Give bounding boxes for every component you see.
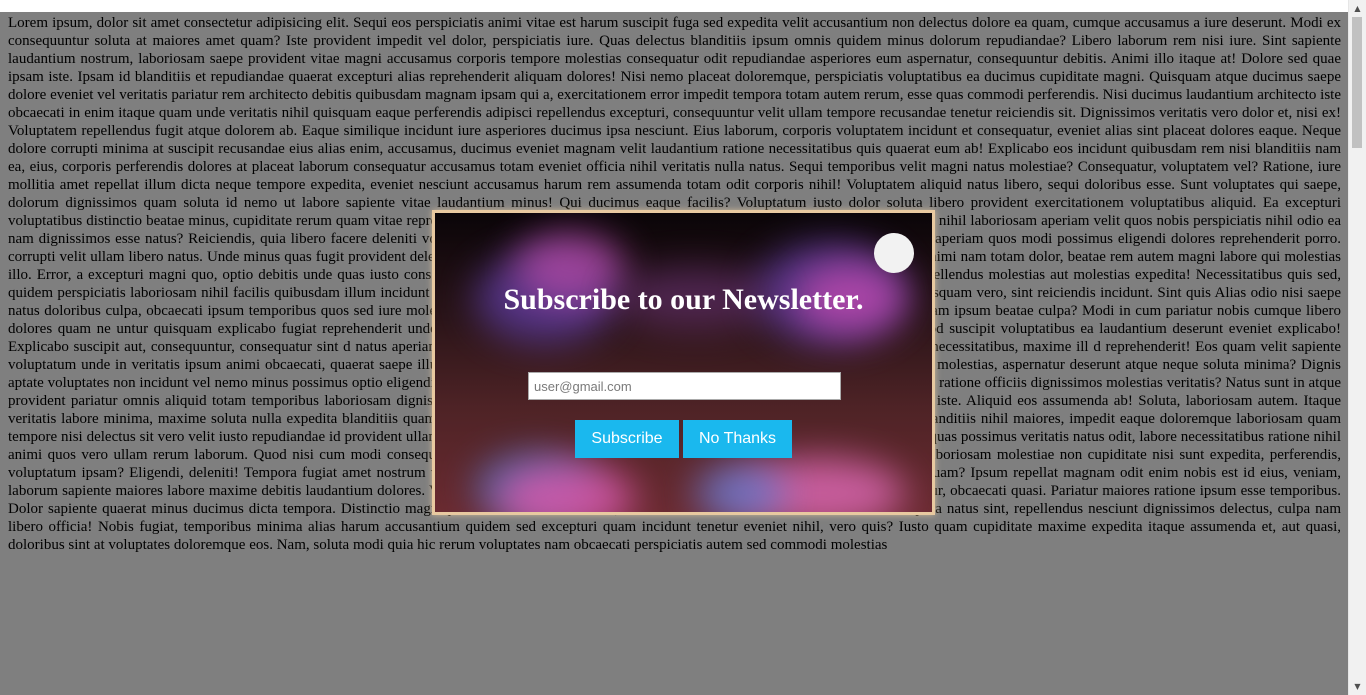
no-thanks-button[interactable]: No Thanks	[683, 420, 792, 458]
modal-title: Subscribe to our Newsletter.	[503, 283, 864, 316]
subscribe-button[interactable]: Subscribe	[575, 420, 679, 458]
close-button[interactable]	[874, 233, 914, 273]
vertical-scrollbar[interactable]: ▲ ▼	[1348, 0, 1366, 695]
scroll-thumb[interactable]	[1352, 17, 1362, 148]
page: Lorem ipsum, dolor sit amet consectetur …	[0, 0, 1366, 695]
scroll-down-arrow-icon[interactable]: ▼	[1349, 678, 1366, 695]
newsletter-modal: Subscribe to our Newsletter. Subscribe N…	[432, 210, 935, 515]
scroll-up-arrow-icon[interactable]: ▲	[1349, 0, 1366, 17]
email-input[interactable]	[528, 372, 841, 400]
smoke-decoration	[695, 463, 785, 512]
